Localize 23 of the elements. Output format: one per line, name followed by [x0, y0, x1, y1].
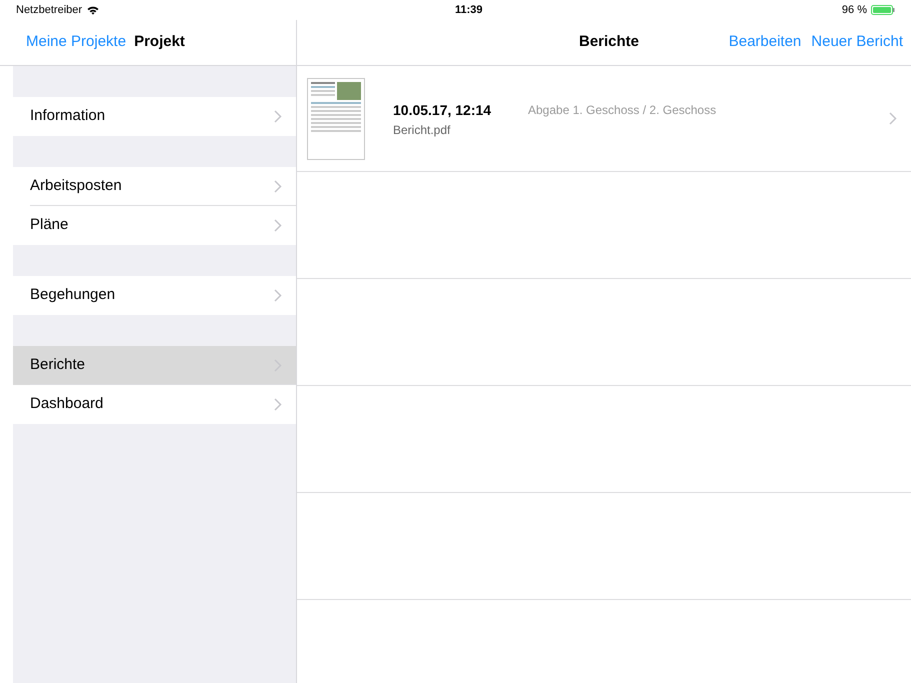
sidebar-item[interactable]: Arbeitsposten: [13, 167, 296, 206]
status-time: 11:39: [455, 2, 483, 18]
report-row[interactable]: 10.05.17, 12:14 Bericht.pdf Abgabe 1. Geschoss / 2. Geschoss: [297, 66, 911, 172]
sidebar-item[interactable]: Begehungen: [13, 276, 296, 315]
carrier-name: Netzbetreiber: [16, 2, 82, 18]
sidebar-item[interactable]: Information: [13, 97, 296, 136]
wifi-icon: [87, 6, 100, 14]
chevron-icon: [274, 219, 282, 232]
chevron-icon: [274, 180, 282, 192]
battery-icon: [871, 5, 895, 15]
chevron-icon: [274, 398, 282, 411]
chevron-icon: [274, 110, 282, 123]
chevron-icon: [889, 112, 897, 125]
chevron-icon: [274, 289, 282, 302]
sidebar-item[interactable]: Berichte: [13, 346, 296, 385]
report-date: 10.05.17, 12:14: [393, 101, 492, 120]
report-description: Abgabe 1. Geschoss / 2. Geschoss: [528, 102, 718, 119]
battery-percent: 96 %: [842, 2, 867, 18]
sidebar-title: Projekt: [134, 32, 185, 52]
report-file: Bericht.pdf: [393, 122, 452, 139]
sidebar-item[interactable]: Pläne: [13, 206, 296, 245]
sidebar-item[interactable]: Dashboard: [13, 385, 296, 424]
page-title: Berichte: [579, 32, 640, 52]
